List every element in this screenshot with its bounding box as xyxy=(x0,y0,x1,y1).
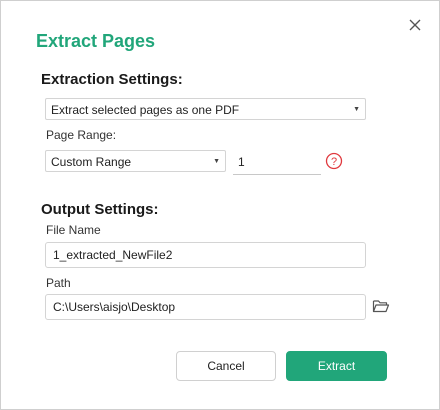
path-input[interactable]: C:\Users\aisjo\Desktop xyxy=(45,294,366,320)
file-name-label: File Name xyxy=(46,223,101,237)
extraction-settings-heading: Extraction Settings: xyxy=(41,71,183,88)
path-label: Path xyxy=(46,276,71,290)
file-name-input[interactable]: 1_extracted_NewFile2 xyxy=(45,242,366,268)
extract-button[interactable]: Extract xyxy=(286,351,387,381)
range-type-select[interactable]: Custom Range ▼ xyxy=(45,150,226,172)
cancel-button[interactable]: Cancel xyxy=(176,351,276,381)
chevron-down-icon: ▼ xyxy=(213,158,220,165)
folder-icon[interactable] xyxy=(372,298,390,314)
question-circle-icon[interactable]: ? xyxy=(325,152,343,170)
extraction-mode-select[interactable]: Extract selected pages as one PDF ▼ xyxy=(45,98,366,120)
range-type-value: Custom Range xyxy=(51,155,132,169)
svg-text:?: ? xyxy=(331,156,337,168)
page-range-input[interactable]: 1 xyxy=(233,151,321,175)
output-settings-heading: Output Settings: xyxy=(41,201,159,218)
extract-pages-dialog: Extract Pages Extraction Settings: Extra… xyxy=(0,0,440,410)
chevron-down-icon: ▼ xyxy=(353,106,360,113)
close-icon[interactable] xyxy=(405,15,425,35)
dialog-title: Extract Pages xyxy=(36,31,156,51)
page-range-label: Page Range: xyxy=(46,128,117,142)
extraction-mode-value: Extract selected pages as one PDF xyxy=(51,103,240,117)
